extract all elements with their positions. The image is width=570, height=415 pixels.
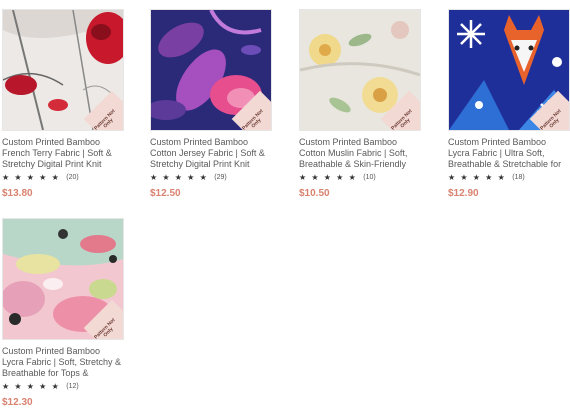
product-rating: ★ ★ ★ ★ ★ (10) (299, 173, 423, 183)
star-rating-icon: ★ ★ ★ ★ ★ (150, 173, 209, 182)
product-title[interactable]: Custom Printed Bamboo French Terry Fabri… (2, 137, 124, 171)
product-price: $12.50 (150, 188, 181, 199)
star-rating-icon: ★ ★ ★ ★ ★ (2, 382, 61, 391)
product-title[interactable]: Custom Printed Bamboo Lycra Fabric | Ult… (448, 137, 570, 171)
review-count: (29) (214, 174, 227, 181)
review-count: (10) (363, 174, 376, 181)
product-title[interactable]: Custom Printed Bamboo Cotton Muslin Fabr… (299, 137, 421, 171)
product-card[interactable]: Pattern Not Only Custom Printed Bamboo C… (150, 9, 274, 199)
product-card[interactable]: Pattern Not Only Custom Printed Bamboo L… (2, 218, 126, 408)
star-rating-icon: ★ ★ ★ ★ ★ (448, 173, 507, 182)
review-count: (18) (512, 174, 525, 181)
product-image[interactable]: Pattern Not Only (299, 9, 421, 131)
product-rating: ★ ★ ★ ★ ★ (12) (2, 382, 126, 392)
product-rating: ★ ★ ★ ★ ★ (18) (448, 173, 570, 183)
product-card[interactable]: Pattern Not Only Custom Printed Bamboo C… (299, 9, 423, 199)
product-image[interactable]: Pattern Not Only (448, 9, 570, 131)
star-rating-icon: ★ ★ ★ ★ ★ (2, 173, 61, 182)
product-card[interactable]: Pattern Not Only Custom Printed Bamboo F… (2, 9, 126, 199)
product-card[interactable]: Pattern Not Only Custom Printed Bamboo L… (448, 9, 570, 199)
review-count: (12) (66, 383, 79, 390)
product-image[interactable]: Pattern Not Only (2, 218, 124, 340)
product-image[interactable]: Pattern Not Only (2, 9, 124, 131)
star-rating-icon: ★ ★ ★ ★ ★ (299, 173, 358, 182)
review-count: (20) (66, 174, 79, 181)
product-grid: Pattern Not Only Custom Printed Bamboo F… (0, 0, 570, 415)
product-price: $10.50 (299, 188, 330, 199)
product-price: $12.90 (448, 188, 479, 199)
product-rating: ★ ★ ★ ★ ★ (29) (150, 173, 274, 183)
product-rating: ★ ★ ★ ★ ★ (20) (2, 173, 126, 183)
product-price: $13.80 (2, 188, 33, 199)
product-title[interactable]: Custom Printed Bamboo Cotton Jersey Fabr… (150, 137, 272, 171)
product-title[interactable]: Custom Printed Bamboo Lycra Fabric | Sof… (2, 346, 124, 380)
product-price: $12.30 (2, 397, 33, 408)
product-image[interactable]: Pattern Not Only (150, 9, 272, 131)
